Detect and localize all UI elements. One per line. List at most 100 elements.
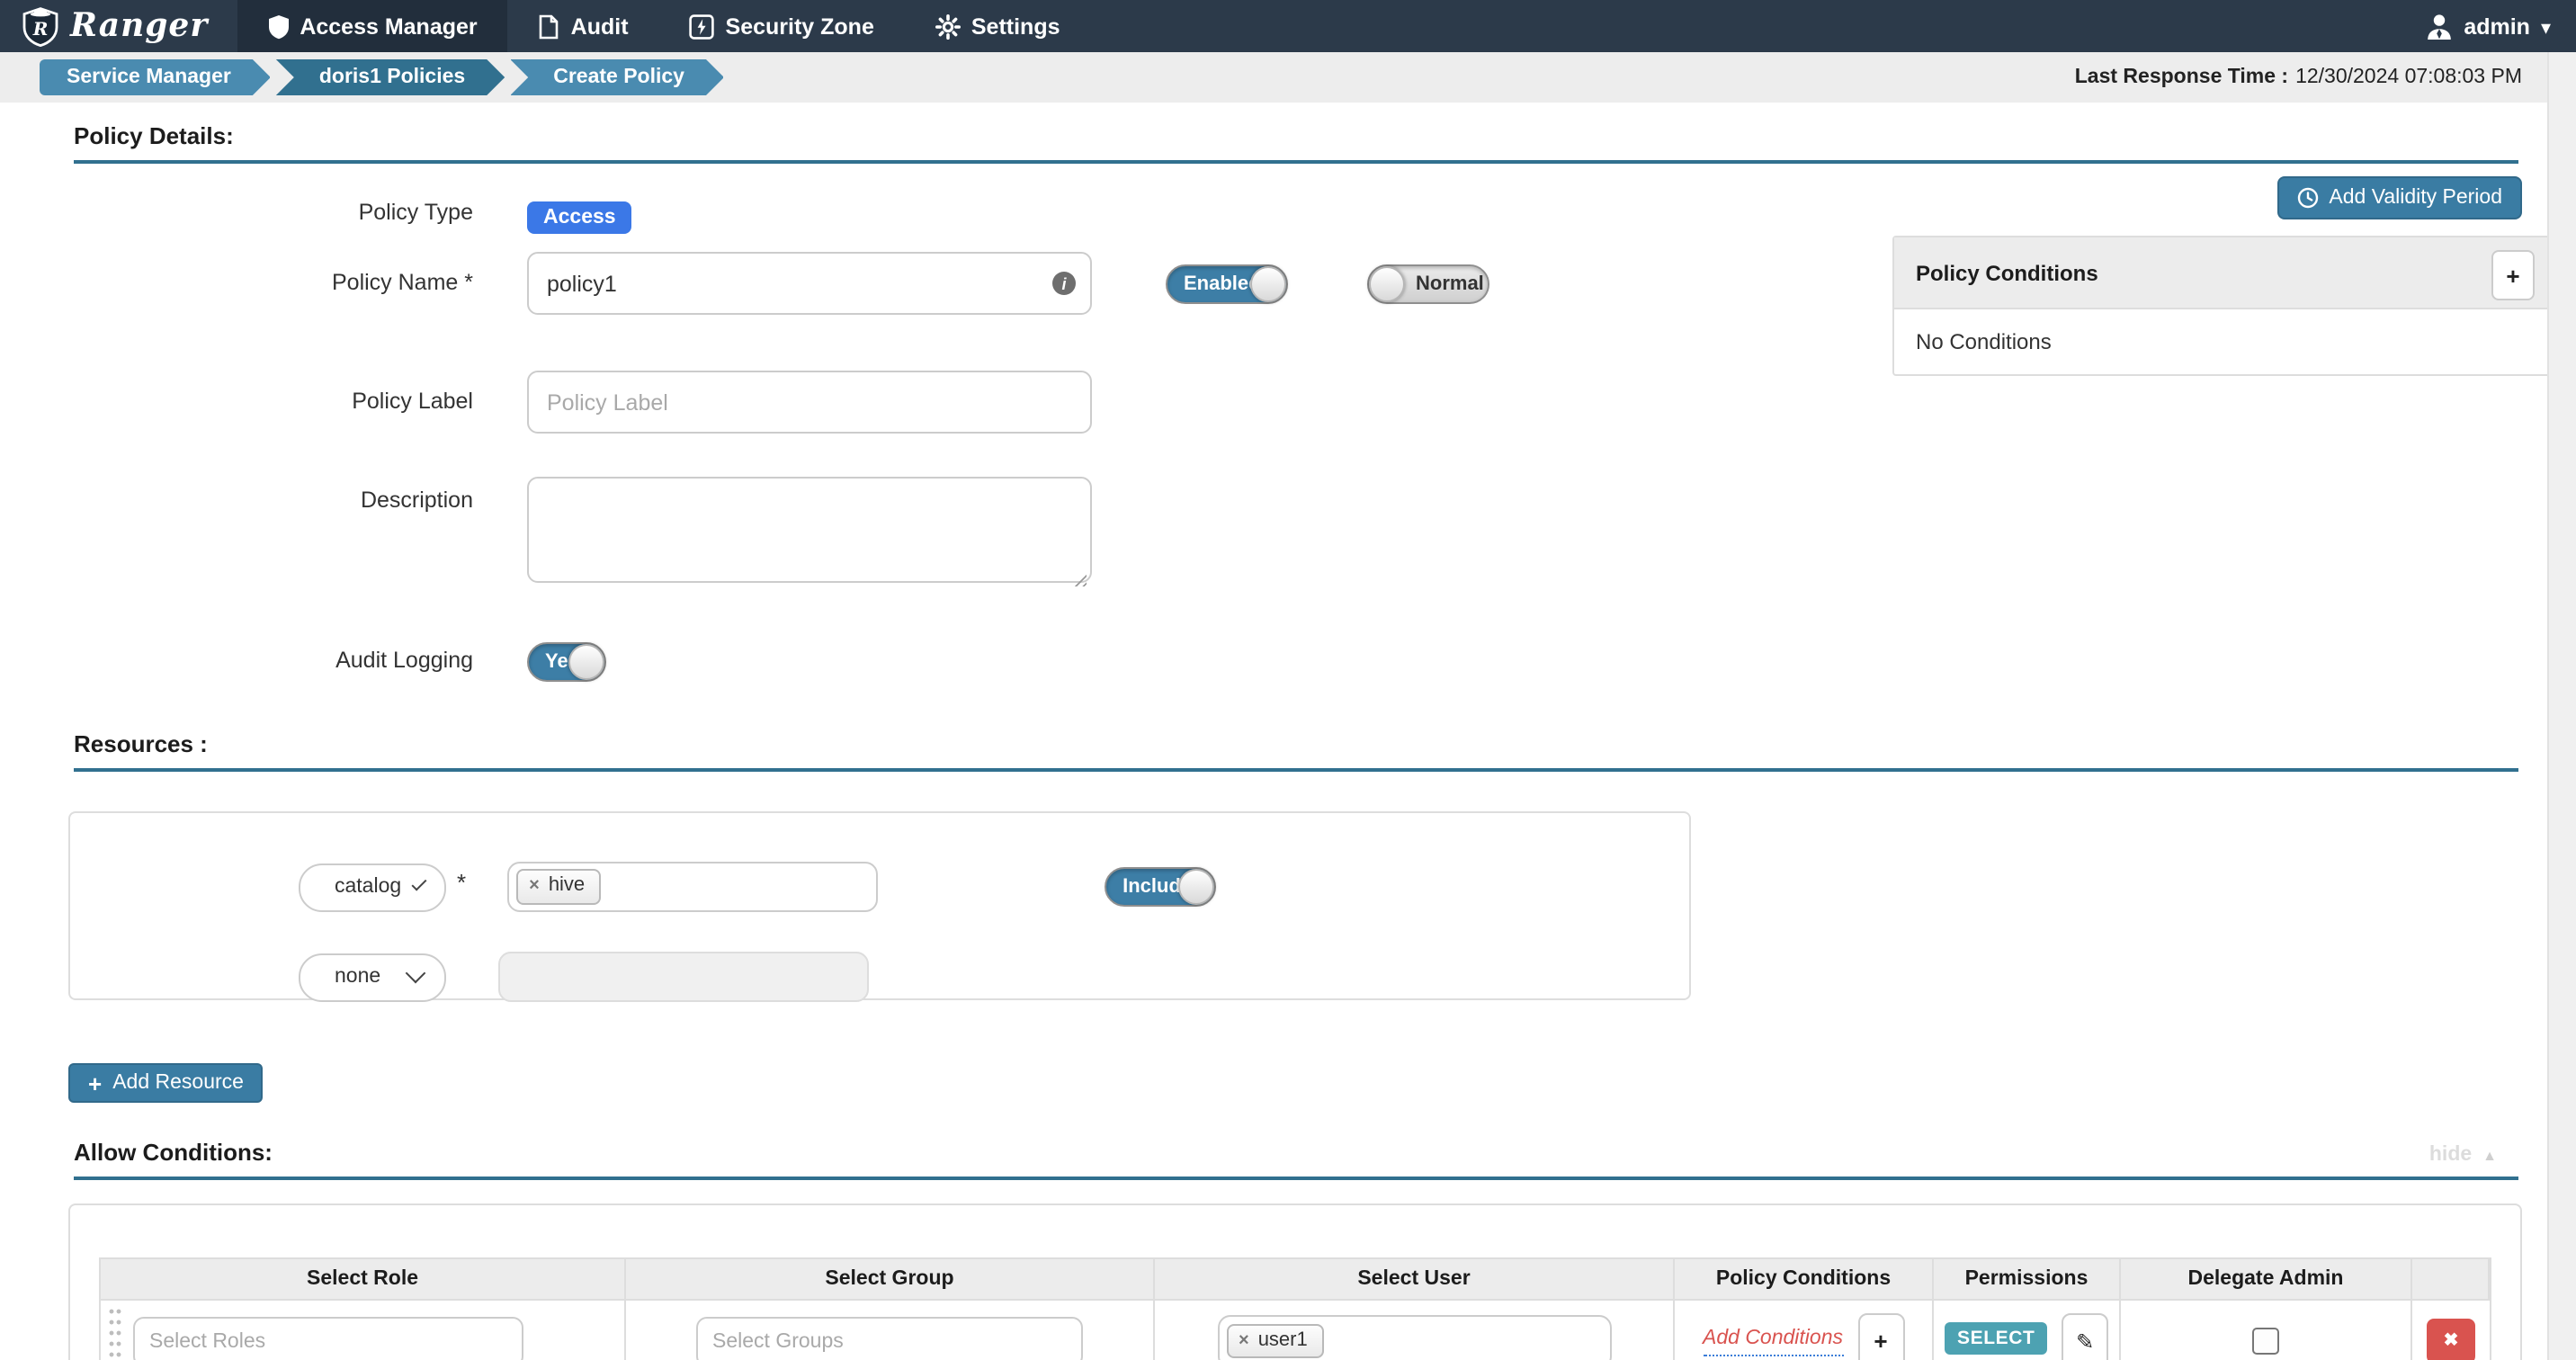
resource-tag: × hive bbox=[516, 870, 601, 904]
nav-item-label: Access Manager bbox=[300, 13, 477, 39]
include-toggle[interactable]: Include bbox=[1105, 867, 1216, 907]
resource-value-input[interactable]: × hive bbox=[507, 862, 878, 912]
actions-cell: ✖ bbox=[2412, 1301, 2490, 1360]
last-response-value: 12/30/2024 07:08:03 PM bbox=[2295, 67, 2522, 88]
allow-conditions-header: Allow Conditions: hide bbox=[74, 1139, 2518, 1180]
col-header-select-role: Select Role bbox=[101, 1259, 626, 1301]
nav-item-label: Settings bbox=[971, 13, 1060, 39]
allow-conditions-card: Select Role Select Group Select User Pol… bbox=[68, 1203, 2522, 1360]
username: admin bbox=[2464, 13, 2530, 39]
clock-icon bbox=[2296, 187, 2318, 209]
audit-logging-row: Audit Logging Yes bbox=[0, 642, 2549, 682]
col-header-select-group: Select Group bbox=[626, 1259, 1155, 1301]
policy-name-input[interactable] bbox=[527, 252, 1092, 315]
policy-conditions-panel: Policy Conditions + No Conditions bbox=[1892, 236, 2554, 376]
user-tag-label: user1 bbox=[1258, 1329, 1308, 1353]
bolt-box-icon bbox=[690, 13, 715, 39]
breadcrumb-service-manager[interactable]: Service Manager bbox=[40, 59, 271, 95]
nav-item-label: Audit bbox=[571, 13, 629, 39]
add-condition-button[interactable]: + bbox=[2491, 250, 2535, 300]
delete-row-button[interactable]: ✖ bbox=[2427, 1319, 2475, 1360]
brand-name: Ranger bbox=[70, 7, 208, 45]
permissions-badge-wrap: SELECT bbox=[1945, 1320, 2047, 1360]
audit-logging-toggle[interactable]: Yes bbox=[527, 642, 606, 682]
plus-icon: + bbox=[88, 1071, 102, 1095]
page: R Ranger Access Manager Audit bbox=[0, 0, 2576, 1360]
normal-override-toggle[interactable]: Normal bbox=[1367, 264, 1489, 304]
col-header-policy-conditions: Policy Conditions bbox=[1675, 1259, 1934, 1301]
user-icon bbox=[2424, 12, 2453, 40]
nav-settings[interactable]: Settings bbox=[905, 0, 1091, 52]
info-icon: i bbox=[1052, 272, 1076, 295]
document-icon bbox=[539, 13, 560, 39]
page-scrollbar[interactable] bbox=[2547, 52, 2576, 1360]
allow-conditions-table: Select Role Select Group Select User Pol… bbox=[99, 1257, 2491, 1360]
chevron-down-icon bbox=[412, 876, 427, 891]
policy-label-row: Policy Label bbox=[0, 371, 2549, 434]
user-tag: × user1 bbox=[1226, 1324, 1324, 1358]
policy-name-label: Policy Name * bbox=[0, 252, 473, 295]
nav-audit[interactable]: Audit bbox=[508, 0, 659, 52]
enabled-toggle-label: Enabled bbox=[1184, 273, 1261, 295]
toggle-knob bbox=[568, 644, 604, 680]
toggle-knob bbox=[1250, 266, 1286, 302]
resource-type-select[interactable]: catalog bbox=[299, 863, 446, 911]
select-roles-input[interactable] bbox=[133, 1316, 523, 1360]
required-marker: * bbox=[457, 868, 466, 895]
breadcrumb-create-policy[interactable]: Create Policy bbox=[510, 59, 724, 95]
description-textarea[interactable] bbox=[527, 477, 1092, 583]
permissions-cell: SELECT ✎ bbox=[1934, 1301, 2121, 1360]
enabled-toggle[interactable]: Enabled bbox=[1166, 264, 1288, 304]
last-response-label: Last Response Time : bbox=[2075, 67, 2288, 88]
ranger-logo[interactable]: R Ranger bbox=[0, 0, 237, 52]
select-role-cell bbox=[101, 1301, 626, 1360]
svg-text:R: R bbox=[32, 18, 49, 40]
col-header-permissions: Permissions bbox=[1934, 1259, 2121, 1301]
select-groups-input[interactable] bbox=[696, 1316, 1083, 1360]
add-resource-label: Add Resource bbox=[112, 1072, 244, 1094]
add-validity-period-button[interactable]: Add Validity Period bbox=[2276, 176, 2522, 219]
main-content: Policy Details: Add Validity Period Poli… bbox=[0, 103, 2549, 1360]
drag-handle[interactable] bbox=[108, 1305, 122, 1360]
policy-details-title: Policy Details: bbox=[74, 122, 234, 149]
top-navbar: R Ranger Access Manager Audit bbox=[0, 0, 2576, 52]
policy-conditions-empty-text: No Conditions bbox=[1894, 309, 2553, 374]
user-menu[interactable]: admin bbox=[2399, 0, 2576, 52]
hide-toggle[interactable]: hide bbox=[2429, 1144, 2497, 1166]
resource-type-value: catalog bbox=[335, 876, 401, 898]
policy-label-input[interactable] bbox=[527, 371, 1092, 434]
shield-icon bbox=[267, 13, 289, 39]
nav-item-label: Security Zone bbox=[726, 13, 874, 39]
gear-icon bbox=[935, 13, 961, 39]
resource-disabled-input bbox=[498, 952, 869, 1002]
add-resource-button[interactable]: + Add Resource bbox=[68, 1063, 264, 1103]
breadcrumb-doris1-policies[interactable]: doris1 Policies bbox=[276, 59, 505, 95]
col-header-actions bbox=[2412, 1259, 2490, 1301]
add-validity-period-label: Add Validity Period bbox=[2329, 187, 2502, 209]
select-user-cell: × user1 bbox=[1155, 1301, 1675, 1360]
resource-card: catalog * × hive Include none bbox=[68, 811, 1691, 1000]
nav-security-zone[interactable]: Security Zone bbox=[659, 0, 905, 52]
add-conditions-link[interactable]: Add Conditions bbox=[1703, 1327, 1843, 1356]
select-group-cell bbox=[626, 1301, 1155, 1360]
col-header-delegate-admin: Delegate Admin bbox=[2121, 1259, 2412, 1301]
select-user-input[interactable]: × user1 bbox=[1217, 1314, 1611, 1360]
description-label: Description bbox=[0, 477, 473, 513]
policy-conditions-cell: Add Conditions + bbox=[1675, 1301, 1934, 1360]
delegate-admin-checkbox[interactable] bbox=[2252, 1328, 2279, 1355]
resource-subtype-select[interactable]: none bbox=[299, 953, 446, 1001]
ranger-shield-icon: R bbox=[22, 5, 59, 47]
remove-tag-icon[interactable]: × bbox=[1239, 1330, 1249, 1352]
policy-label-label: Policy Label bbox=[0, 371, 473, 414]
policy-type-row: Policy Type Access bbox=[0, 200, 2549, 234]
nav-access-manager[interactable]: Access Manager bbox=[237, 0, 507, 52]
add-conditions-plus-button[interactable]: + bbox=[1857, 1312, 1904, 1360]
remove-tag-icon[interactable]: × bbox=[529, 876, 540, 898]
caret-up-icon bbox=[2482, 1144, 2497, 1166]
hide-label: hide bbox=[2429, 1144, 2472, 1166]
audit-logging-label: Audit Logging bbox=[0, 642, 473, 673]
breadcrumb-bar: Service Manager doris1 Policies Create P… bbox=[0, 52, 2576, 103]
description-row: Description bbox=[0, 477, 2549, 592]
edit-permissions-button[interactable]: ✎ bbox=[2062, 1312, 2108, 1360]
policy-conditions-panel-title: Policy Conditions bbox=[1916, 261, 2098, 286]
